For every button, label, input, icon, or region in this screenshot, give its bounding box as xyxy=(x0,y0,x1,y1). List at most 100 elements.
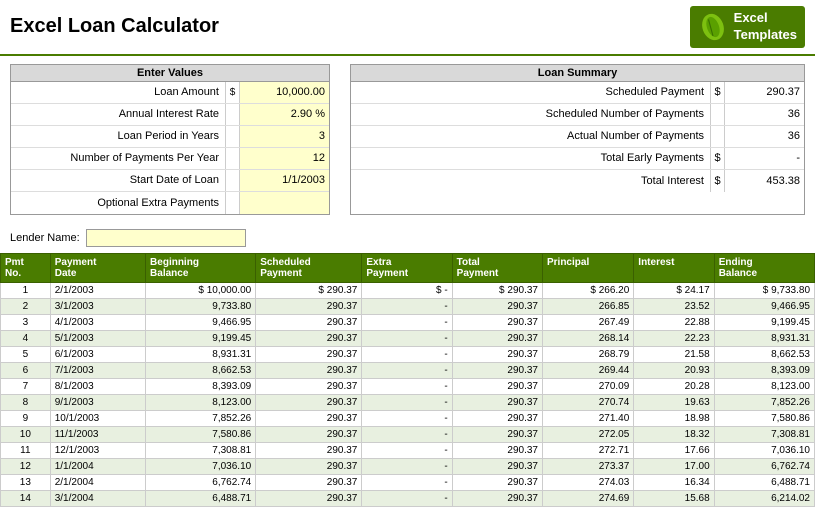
cell-ending_balance: 7,580.86 xyxy=(714,410,814,426)
cell-ending_balance: 8,123.00 xyxy=(714,378,814,394)
cell-extra_payment: - xyxy=(362,426,452,442)
cell-payment_date: 6/1/2003 xyxy=(50,346,145,362)
ev-currency-payments-per-year xyxy=(225,148,239,169)
cell-sched_payment: 290.37 xyxy=(256,346,362,362)
col-header-interest: Interest xyxy=(634,253,714,282)
cell-extra_payment: - xyxy=(362,346,452,362)
ev-row-payments-per-year: Number of Payments Per Year 12 xyxy=(11,148,329,170)
cell-ending_balance: 8,662.53 xyxy=(714,346,814,362)
table-wrapper: PmtNo. PaymentDate BeginningBalance Sche… xyxy=(0,253,815,507)
ev-currency-loan-amount: $ xyxy=(225,82,239,103)
ls-value-total-interest: 453.38 xyxy=(724,170,804,192)
col-header-sched-payment: ScheduledPayment xyxy=(256,253,362,282)
ev-value-loan-period[interactable]: 3 xyxy=(239,126,329,147)
cell-pmt_no: 9 xyxy=(1,410,51,426)
col-header-ending-balance: EndingBalance xyxy=(714,253,814,282)
cell-sched_payment: 290.37 xyxy=(256,442,362,458)
cell-interest: 15.68 xyxy=(634,490,714,506)
cell-interest: 18.98 xyxy=(634,410,714,426)
table-row: 132/1/20046,762.74290.37-290.37274.0316.… xyxy=(1,474,815,490)
cell-pmt_no: 6 xyxy=(1,362,51,378)
cell-interest: 23.52 xyxy=(634,298,714,314)
ls-row-total-early-payments: Total Early Payments $ - xyxy=(351,148,804,170)
cell-sched_payment: 290.37 xyxy=(256,490,362,506)
cell-sched_payment: 290.37 xyxy=(256,458,362,474)
ev-value-start-date[interactable]: 1/1/2003 xyxy=(239,170,329,191)
cell-ending_balance: $ 9,733.80 xyxy=(714,282,814,298)
cell-total_payment: 290.37 xyxy=(452,410,542,426)
ls-label-scheduled-payment: Scheduled Payment xyxy=(351,86,710,98)
ev-value-loan-amount[interactable]: 10,000.00 xyxy=(239,82,329,103)
ev-label-loan-amount: Loan Amount xyxy=(11,86,225,98)
ev-value-payments-per-year[interactable]: 12 xyxy=(239,148,329,169)
cell-extra_payment: - xyxy=(362,474,452,490)
ls-currency-sched-num-payments xyxy=(710,104,724,125)
cell-principal: 273.37 xyxy=(542,458,633,474)
cell-pmt_no: 5 xyxy=(1,346,51,362)
app-title: Excel Loan Calculator xyxy=(10,15,219,38)
cell-beg_balance: 6,762.74 xyxy=(146,474,256,490)
ev-currency-loan-period xyxy=(225,126,239,147)
col-header-pmt-no: PmtNo. xyxy=(1,253,51,282)
cell-total_payment: $ 290.37 xyxy=(452,282,542,298)
cell-ending_balance: 9,466.95 xyxy=(714,298,814,314)
cell-payment_date: 3/1/2003 xyxy=(50,298,145,314)
cell-total_payment: 290.37 xyxy=(452,458,542,474)
cell-sched_payment: 290.37 xyxy=(256,410,362,426)
cell-extra_payment: $ - xyxy=(362,282,452,298)
cell-beg_balance: 7,036.10 xyxy=(146,458,256,474)
amortization-table: PmtNo. PaymentDate BeginningBalance Sche… xyxy=(0,253,815,507)
cell-pmt_no: 11 xyxy=(1,442,51,458)
ls-row-actual-num-payments: Actual Number of Payments 36 xyxy=(351,126,804,148)
leaf-icon xyxy=(698,12,728,42)
cell-ending_balance: 6,488.71 xyxy=(714,474,814,490)
lender-input[interactable] xyxy=(86,229,246,247)
cell-payment_date: 11/1/2003 xyxy=(50,426,145,442)
loan-summary-heading: Loan Summary xyxy=(351,65,804,82)
form-area: Enter Values Loan Amount $ 10,000.00 Ann… xyxy=(0,56,815,223)
cell-pmt_no: 3 xyxy=(1,314,51,330)
cell-sched_payment: 290.37 xyxy=(256,330,362,346)
cell-principal: 272.05 xyxy=(542,426,633,442)
cell-payment_date: 3/1/2004 xyxy=(50,490,145,506)
table-row: 45/1/20039,199.45290.37-290.37268.1422.2… xyxy=(1,330,815,346)
cell-extra_payment: - xyxy=(362,410,452,426)
ls-value-total-early-payments: - xyxy=(724,148,804,169)
cell-total_payment: 290.37 xyxy=(452,378,542,394)
table-row: 34/1/20039,466.95290.37-290.37267.4922.8… xyxy=(1,314,815,330)
cell-interest: 17.66 xyxy=(634,442,714,458)
col-header-total-payment: TotalPayment xyxy=(452,253,542,282)
table-row: 78/1/20038,393.09290.37-290.37270.0920.2… xyxy=(1,378,815,394)
cell-payment_date: 10/1/2003 xyxy=(50,410,145,426)
logo: Excel Templates xyxy=(690,6,805,48)
cell-total_payment: 290.37 xyxy=(452,330,542,346)
cell-interest: 21.58 xyxy=(634,346,714,362)
cell-sched_payment: 290.37 xyxy=(256,474,362,490)
cell-ending_balance: 6,762.74 xyxy=(714,458,814,474)
ls-currency-total-early-payments: $ xyxy=(710,148,724,169)
cell-sched_payment: 290.37 xyxy=(256,362,362,378)
cell-principal: 274.03 xyxy=(542,474,633,490)
ev-row-loan-amount: Loan Amount $ 10,000.00 xyxy=(11,82,329,104)
cell-pmt_no: 2 xyxy=(1,298,51,314)
ls-value-scheduled-payment: 290.37 xyxy=(724,82,804,103)
cell-interest: $ 24.17 xyxy=(634,282,714,298)
cell-ending_balance: 6,214.02 xyxy=(714,490,814,506)
ls-label-total-early-payments: Total Early Payments xyxy=(351,152,710,164)
ev-value-extra-payments[interactable] xyxy=(239,192,329,214)
cell-payment_date: 12/1/2003 xyxy=(50,442,145,458)
cell-beg_balance: 6,488.71 xyxy=(146,490,256,506)
table-row: 56/1/20038,931.31290.37-290.37268.7921.5… xyxy=(1,346,815,362)
ev-value-interest-rate[interactable]: 2.90 % xyxy=(239,104,329,125)
table-header-row: PmtNo. PaymentDate BeginningBalance Sche… xyxy=(1,253,815,282)
ev-label-start-date: Start Date of Loan xyxy=(11,174,225,186)
ls-currency-actual-num-payments xyxy=(710,126,724,147)
cell-sched_payment: $ 290.37 xyxy=(256,282,362,298)
cell-beg_balance: 7,580.86 xyxy=(146,426,256,442)
cell-payment_date: 2/1/2003 xyxy=(50,282,145,298)
cell-beg_balance: 9,733.80 xyxy=(146,298,256,314)
cell-payment_date: 5/1/2003 xyxy=(50,330,145,346)
cell-total_payment: 290.37 xyxy=(452,474,542,490)
cell-sched_payment: 290.37 xyxy=(256,314,362,330)
ls-label-actual-num-payments: Actual Number of Payments xyxy=(351,130,710,142)
